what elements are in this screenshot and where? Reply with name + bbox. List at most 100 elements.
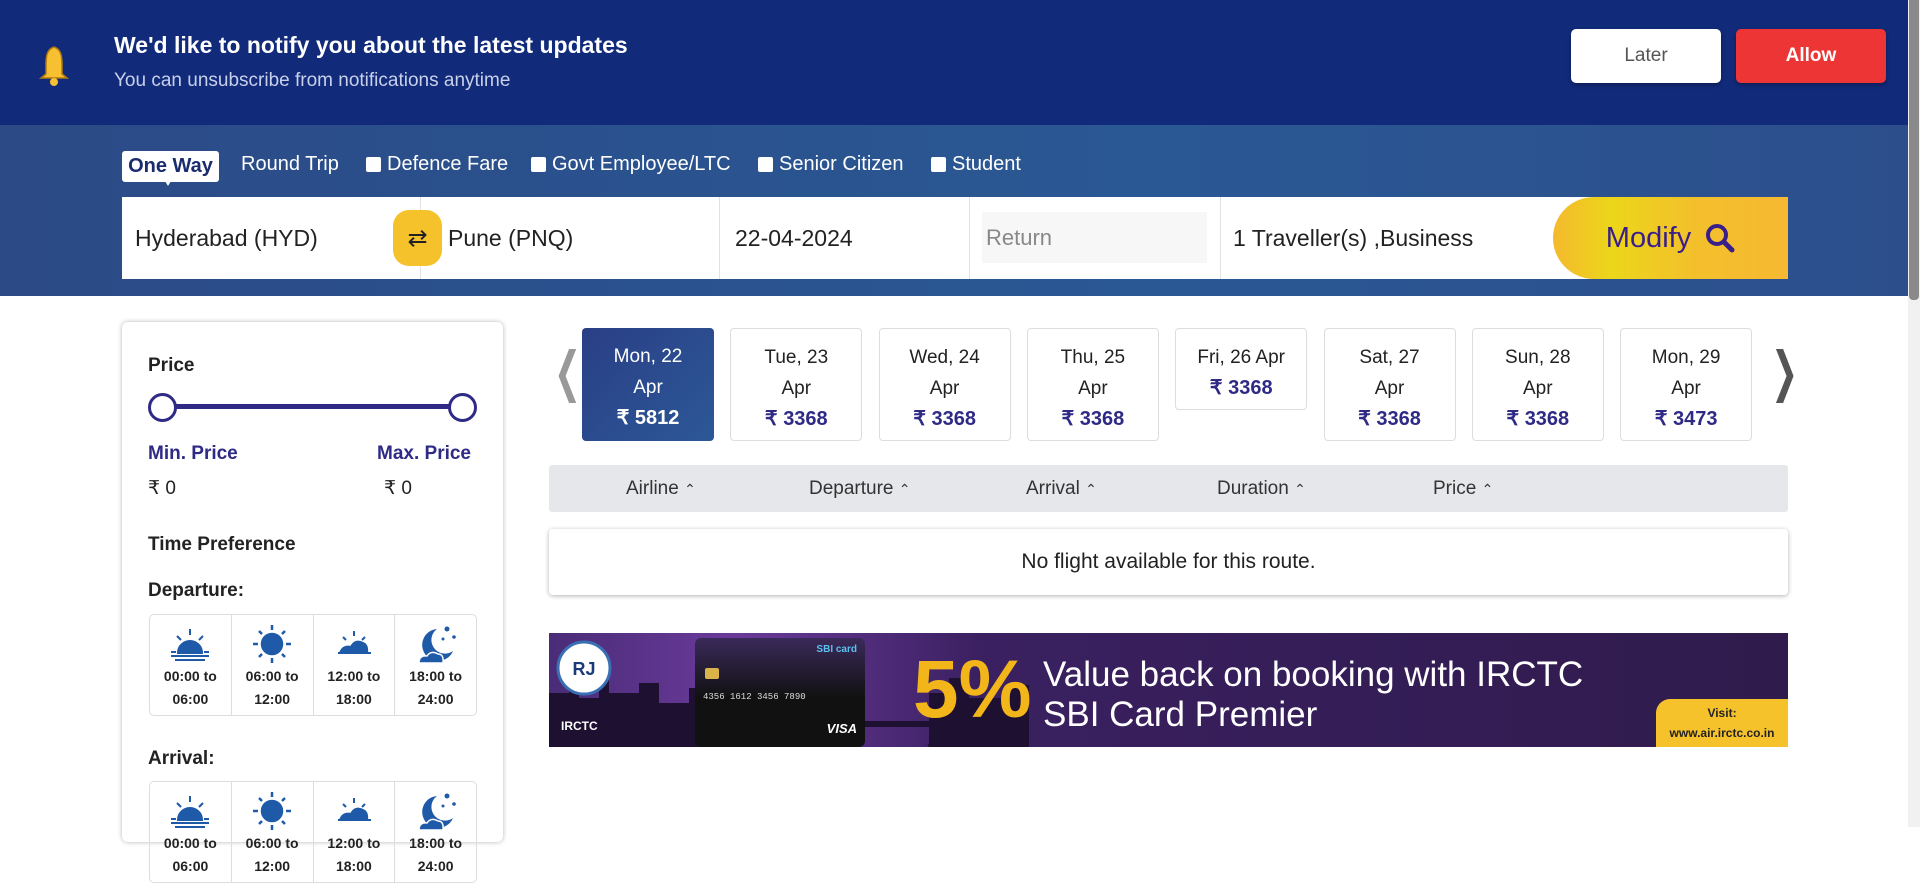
date-price: ₹ 3368: [1506, 408, 1570, 430]
prev-dates-arrow[interactable]: ❮: [554, 340, 581, 403]
time-slot[interactable]: 00:00 to 06:00: [150, 782, 232, 882]
date-card[interactable]: Thu, 25 Apr ₹ 3368: [1026, 328, 1159, 441]
irctc-sbi-banner[interactable]: RJ IRCTC SBI card 4356 1612 3456 7890 VI…: [549, 633, 1788, 747]
sun-icon: [253, 792, 292, 830]
arrival-label: Arrival:: [148, 748, 215, 769]
time-slot-end: 12:00: [254, 858, 291, 874]
later-button[interactable]: Later: [1571, 29, 1721, 83]
visa-logo: VISA: [826, 721, 857, 736]
date-card[interactable]: Fri, 26 Apr ₹ 3368: [1175, 328, 1308, 410]
time-slot[interactable]: 18:00 to 24:00: [395, 615, 476, 715]
from-input[interactable]: Hyderabad (HYD): [122, 197, 421, 279]
no-flight-message: No flight available for this route.: [549, 529, 1788, 595]
month-label: Apr: [1078, 378, 1108, 399]
time-slot-start: 00:00 to: [163, 668, 217, 684]
banner-line2: SBI Card Premier: [1043, 695, 1318, 734]
departure-label: Departure:: [148, 580, 245, 601]
trip-type-round-trip[interactable]: Round Trip: [241, 153, 339, 176]
date-card[interactable]: Mon, 22 Apr ₹ 5812: [582, 328, 714, 441]
departure-time-grid: 00:00 to 06:00 06:00 to 12:00 12:00 to 18:00 1…: [149, 614, 477, 716]
month-label: Apr: [633, 377, 663, 398]
sort-airline[interactable]: Airline ⌃: [626, 478, 696, 500]
depart-date-input[interactable]: 22-04-2024: [720, 197, 970, 279]
time-slot[interactable]: 06:00 to 12:00: [232, 782, 314, 882]
visit-badge: Visit: www.air.irctc.co.in: [1656, 699, 1788, 747]
card-chip: [705, 668, 719, 679]
date-price: ₹ 3368: [913, 408, 976, 430]
time-slot[interactable]: 12:00 to 18:00: [314, 615, 396, 715]
time-slot-end: 18:00: [335, 691, 372, 707]
time-slot-start: 12:00 to: [327, 668, 381, 684]
date-label: Tue, 23: [764, 347, 829, 368]
date-card[interactable]: Wed, 24 Apr ₹ 3368: [878, 328, 1011, 441]
allow-button[interactable]: Allow: [1736, 29, 1886, 83]
checkbox[interactable]: [531, 157, 546, 172]
time-slot-start: 00:00 to: [163, 835, 217, 851]
chevron-up-icon: ⌃: [684, 481, 696, 497]
sort-departure[interactable]: Departure ⌃: [809, 478, 911, 500]
visit-url: www.air.irctc.co.in: [1669, 726, 1775, 740]
to-input[interactable]: Pune (PNQ): [421, 197, 720, 279]
checkbox[interactable]: [931, 157, 946, 172]
sort-header: [549, 465, 1788, 512]
date-card[interactable]: Sun, 28 Apr ₹ 3368: [1471, 328, 1604, 441]
time-preference-title: Time Preference: [148, 534, 296, 555]
moon-icon: [417, 793, 456, 831]
min-price-handle[interactable]: [148, 393, 177, 422]
notification-title: We'd like to notify you about the latest…: [114, 32, 628, 58]
date-card[interactable]: Tue, 23 Apr ₹ 3368: [730, 328, 863, 441]
checkbox[interactable]: [758, 157, 773, 172]
sort-label: Duration: [1217, 478, 1289, 499]
time-slot[interactable]: 00:00 to 06:00: [150, 615, 232, 715]
date-card[interactable]: Sat, 27 Apr ₹ 3368: [1323, 328, 1456, 441]
date-price: ₹ 3368: [1061, 408, 1125, 430]
month-label: Apr: [781, 378, 812, 399]
sort-price[interactable]: Price ⌃: [1433, 478, 1493, 500]
sunset-icon: [337, 631, 371, 654]
date-label: Mon, 22: [613, 346, 683, 367]
month-label: Apr: [1523, 378, 1553, 399]
time-slot[interactable]: 12:00 to 18:00: [314, 782, 396, 882]
max-price-handle[interactable]: [448, 393, 477, 422]
month-label: Apr: [929, 378, 960, 399]
price-slider-track[interactable]: [162, 404, 462, 409]
sort-duration[interactable]: Duration ⌃: [1217, 478, 1306, 500]
moon-icon: [417, 626, 456, 664]
defence-fare-checkbox[interactable]: Defence Fare: [366, 153, 508, 176]
visit-label: Visit:: [1707, 706, 1737, 720]
sbi-card-image: SBI card 4356 1612 3456 7890 VISA: [695, 638, 865, 747]
next-dates-arrow[interactable]: ❯: [1771, 340, 1798, 403]
date-card[interactable]: Mon, 29 Apr ₹ 3473: [1620, 328, 1753, 441]
travellers-input[interactable]: 1 Traveller(s) ,Business: [1220, 197, 1550, 279]
swap-icon: ⇄: [407, 224, 428, 252]
time-slot-start: 12:00 to: [327, 835, 381, 851]
option-label: Student: [952, 153, 1021, 175]
sort-label: Departure: [809, 478, 894, 499]
modify-button[interactable]: Modify: [1553, 197, 1788, 279]
govt-employee-checkbox[interactable]: Govt Employee/LTC: [531, 153, 731, 176]
date-price: ₹ 3368: [764, 408, 828, 430]
student-checkbox[interactable]: Student: [931, 153, 1021, 176]
sunrise-icon: [171, 796, 210, 828]
senior-citizen-checkbox[interactable]: Senior Citizen: [758, 153, 904, 176]
checkbox[interactable]: [366, 157, 381, 172]
date-price: ₹ 3368: [1358, 408, 1421, 430]
return-date-input[interactable]: Return: [982, 212, 1207, 263]
sort-label: Arrival: [1026, 478, 1080, 499]
max-price-label: Max. Price: [377, 443, 471, 464]
banner-line1: Value back on booking with IRCTC: [1043, 655, 1584, 694]
sort-arrival[interactable]: Arrival ⌃: [1026, 478, 1097, 500]
time-slot[interactable]: 18:00 to 24:00: [395, 782, 476, 882]
trip-type-one-way[interactable]: One Way: [122, 151, 219, 186]
date-label: Wed, 24: [909, 347, 980, 368]
date-label: Sat, 27: [1359, 347, 1420, 368]
arrival-time-grid: 00:00 to 06:00 06:00 to 12:00 12:00 to 18:00 1…: [149, 781, 477, 883]
scrollbar-thumb[interactable]: [1909, 0, 1919, 300]
chevron-up-icon: ⌃: [898, 481, 911, 497]
chevron-up-icon: ⌃: [1294, 481, 1306, 497]
swap-button[interactable]: ⇄: [393, 210, 442, 266]
time-slot[interactable]: 06:00 to 12:00: [232, 615, 314, 715]
sunrise-icon: [171, 629, 210, 661]
date-price: ₹ 3473: [1654, 408, 1718, 430]
time-slot-start: 06:00 to: [245, 835, 299, 851]
